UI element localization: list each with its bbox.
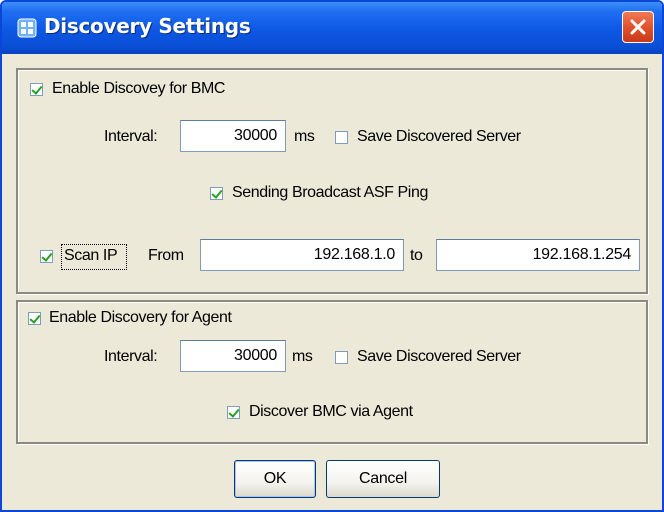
bmc-interval-unit: ms (294, 128, 315, 145)
scan-ip-label: Scan IP (64, 247, 118, 264)
title-bar[interactable]: Discovery Settings (2, 2, 662, 54)
discovery-settings-dialog: Discovery Settings Enable Discovey for B… (0, 0, 664, 512)
window-title: Discovery Settings (44, 14, 251, 38)
agent-save-server-checkbox[interactable] (335, 351, 348, 364)
enable-agent-checkbox[interactable] (28, 312, 41, 325)
cancel-button[interactable]: Cancel (326, 460, 440, 498)
ip-from-input[interactable]: 192.168.1.0 (200, 239, 404, 271)
enable-agent-label: Enable Discovery for Agent (49, 309, 232, 326)
network-tree-icon (17, 18, 37, 38)
agent-interval-input[interactable]: 30000 (180, 340, 286, 372)
broadcast-asf-ping-checkbox[interactable] (210, 187, 223, 200)
ok-button[interactable]: OK (234, 460, 316, 498)
discover-bmc-via-agent-checkbox[interactable] (227, 406, 240, 419)
ip-to-input[interactable]: 192.168.1.254 (436, 239, 640, 271)
bmc-interval-input[interactable]: 30000 (180, 120, 286, 152)
agent-save-server-label: Save Discovered Server (357, 348, 521, 365)
broadcast-asf-ping-label: Sending Broadcast ASF Ping (232, 184, 428, 201)
agent-interval-unit: ms (292, 348, 313, 365)
bmc-interval-label: Interval: (104, 128, 158, 145)
close-icon (630, 19, 646, 35)
enable-bmc-label: Enable Discovey for BMC (52, 80, 226, 97)
bmc-save-server-checkbox[interactable] (335, 131, 348, 144)
agent-interval-label: Interval: (104, 348, 158, 365)
ip-from-label: From (148, 247, 184, 264)
enable-bmc-checkbox[interactable] (30, 83, 43, 96)
bmc-save-server-label: Save Discovered Server (357, 128, 521, 145)
ip-to-label: to (410, 247, 423, 264)
scan-ip-checkbox[interactable] (40, 250, 53, 263)
discover-bmc-via-agent-label: Discover BMC via Agent (249, 403, 413, 420)
close-button[interactable] (622, 11, 654, 43)
